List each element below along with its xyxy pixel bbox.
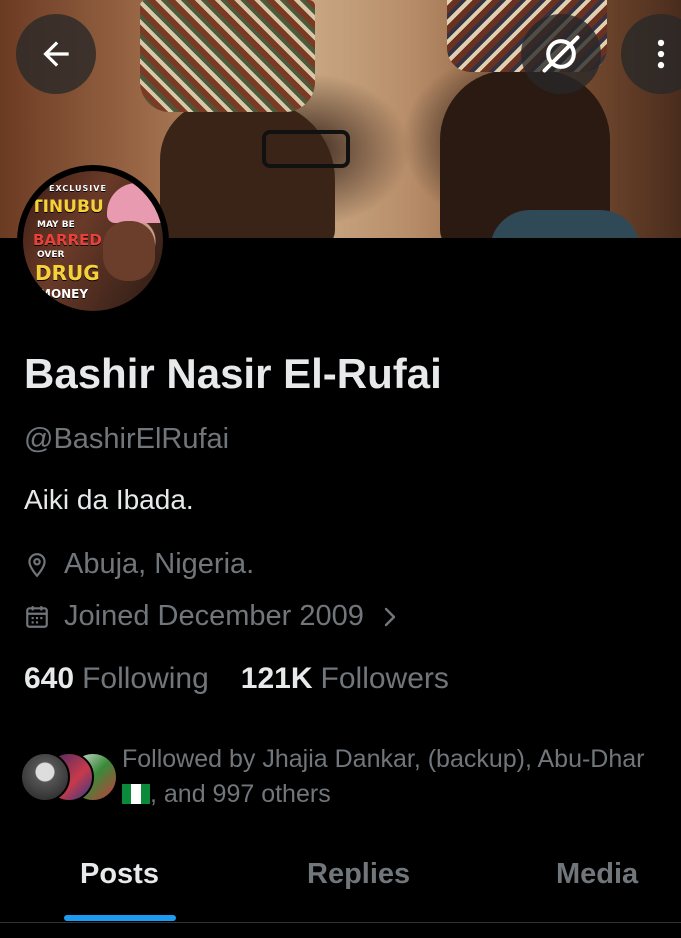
avatar-text-line: MAY BE: [37, 220, 75, 230]
following-count: 640: [24, 662, 75, 695]
avatar-text-line: DRUG: [35, 261, 100, 285]
avatar-text-line: EXCLUSIVE: [49, 184, 107, 193]
following-label: Following: [82, 662, 209, 695]
banner-cap-left: [140, 0, 315, 112]
arrow-left-icon: [43, 41, 69, 67]
tab-replies[interactable]: Replies: [307, 858, 410, 891]
followed-by-row[interactable]: Followed by Jhajia Dankar, (backup), Abu…: [20, 742, 680, 812]
chevron-right-icon: [384, 607, 396, 626]
followers-count: 121K: [240, 662, 313, 695]
back-button[interactable]: [16, 14, 96, 94]
location-row: Abuja, Nigeria.: [24, 548, 254, 581]
profile-bio: Aiki da Ibada.: [24, 484, 194, 515]
avatar-hat: [107, 183, 163, 223]
banner-person-left: [160, 100, 335, 238]
follower-avatar: [20, 752, 70, 802]
profile-avatar[interactable]: EXCLUSIVE TINUBU MAY BE BARRED OVER DRUG…: [17, 165, 169, 317]
more-vertical-icon: [657, 39, 665, 69]
location-pin-icon: [28, 552, 46, 577]
avatar-image: EXCLUSIVE TINUBU MAY BE BARRED OVER DRUG…: [23, 171, 163, 311]
active-tab-indicator: [64, 915, 176, 921]
followed-by-others: , and 997 others: [150, 780, 331, 808]
profile-tabs: Posts Replies Media: [0, 850, 681, 922]
joined-row[interactable]: Joined December 2009: [24, 600, 414, 633]
grok-icon: [542, 35, 580, 73]
followed-by-names: Followed by Jhajia Dankar, (backup), Abu…: [122, 745, 645, 773]
avatar-text-line: TINUBU: [31, 197, 104, 217]
tab-media[interactable]: Media: [556, 858, 638, 891]
avatar-face: [103, 221, 155, 281]
avatar-text-line: OVER: [37, 250, 65, 260]
banner-shirt: [490, 210, 640, 238]
location-text: Abuja, Nigeria.: [64, 548, 255, 580]
following-link[interactable]: 640 Following: [24, 662, 209, 696]
followed-by-text: Followed by Jhajia Dankar, (backup), Abu…: [122, 742, 681, 812]
followers-label: Followers: [320, 662, 449, 695]
tabs-divider: [0, 922, 681, 923]
avatar-text-line: BARRED: [33, 231, 102, 249]
banner-glasses: [262, 130, 350, 168]
profile-name: Bashir Nasir El-Rufai: [24, 350, 442, 397]
profile-handle: @BashirElRufai: [24, 423, 230, 455]
tab-posts[interactable]: Posts: [80, 858, 159, 891]
nigeria-flag-icon: [122, 784, 150, 804]
joined-text: Joined December 2009: [64, 600, 364, 632]
calendar-icon: [26, 605, 48, 628]
avatar-text-line: MONEY: [39, 287, 89, 301]
followers-link[interactable]: 121K Followers: [241, 662, 449, 696]
grok-button[interactable]: [521, 14, 601, 94]
follow-counts: 640 Following 121K Followers: [24, 662, 449, 696]
